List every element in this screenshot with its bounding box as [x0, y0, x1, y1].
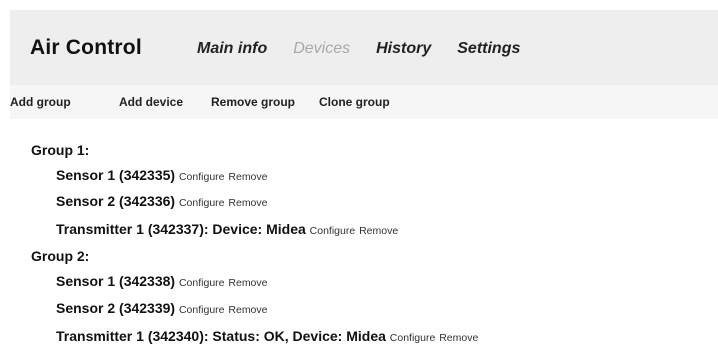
nav-history[interactable]: History: [376, 40, 431, 58]
remove-link[interactable]: Remove: [228, 171, 267, 183]
device-row: Transmitter 1 (342337): Device: Midea Co…: [56, 221, 398, 237]
group-label: Group 2:: [31, 248, 90, 264]
clone-group-button[interactable]: Clone group: [319, 95, 390, 109]
device-name: Sensor 1 (342338): [56, 273, 176, 289]
remove-link[interactable]: Remove: [228, 304, 267, 316]
device-name: Transmitter 1 (342337): Device: Midea: [56, 221, 306, 237]
add-device-button[interactable]: Add device: [119, 95, 183, 109]
nav-settings[interactable]: Settings: [457, 40, 520, 58]
remove-link[interactable]: Remove: [439, 332, 478, 344]
app-title: Air Control: [30, 36, 142, 59]
device-name: Sensor 2 (342336): [56, 193, 176, 209]
device-row: Sensor 1 (342338) Configure Remove: [56, 273, 268, 289]
remove-link[interactable]: Remove: [228, 277, 267, 289]
remove-link[interactable]: Remove: [359, 225, 398, 237]
main-nav: Main info Devices History Settings: [197, 40, 546, 58]
configure-link[interactable]: Configure: [179, 277, 225, 289]
app-header: Air Control Main info Devices History Se…: [10, 10, 718, 85]
device-row: Sensor 2 (342336) Configure Remove: [56, 193, 268, 209]
configure-link[interactable]: Configure: [179, 197, 225, 209]
configure-link[interactable]: Configure: [179, 304, 225, 316]
device-row: Sensor 1 (342335) Configure Remove: [56, 167, 268, 183]
configure-link[interactable]: Configure: [179, 171, 225, 183]
remove-link[interactable]: Remove: [228, 197, 267, 209]
group-label: Group 1:: [31, 142, 90, 158]
add-group-button[interactable]: Add group: [10, 95, 71, 109]
configure-link[interactable]: Configure: [310, 225, 356, 237]
configure-link[interactable]: Configure: [390, 332, 436, 344]
nav-main-info[interactable]: Main info: [197, 40, 267, 58]
device-name: Sensor 2 (342339): [56, 300, 176, 316]
device-row: Sensor 2 (342339) Configure Remove: [56, 300, 268, 316]
toolbar: Add group Add device Remove group Clone …: [10, 85, 718, 119]
device-name: Sensor 1 (342335): [56, 167, 176, 183]
nav-devices[interactable]: Devices: [293, 40, 350, 58]
remove-group-button[interactable]: Remove group: [211, 95, 295, 109]
